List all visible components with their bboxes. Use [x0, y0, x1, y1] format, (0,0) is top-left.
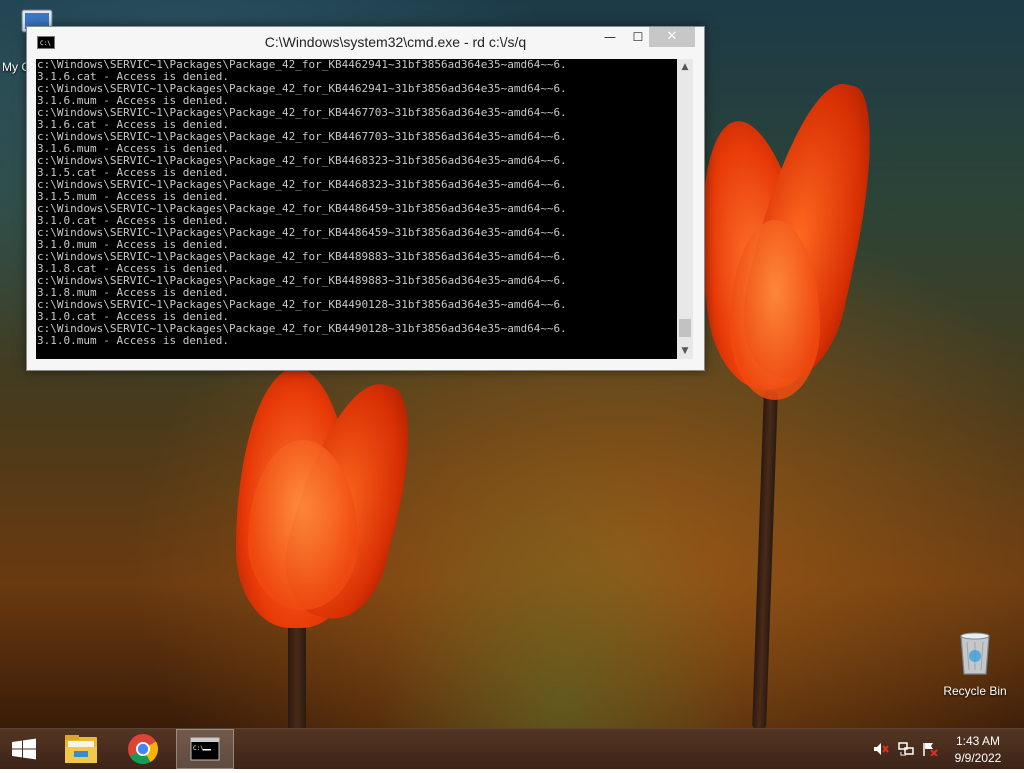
- svg-text:C:\: C:\: [193, 745, 204, 752]
- console-output[interactable]: c:\Windows\SERVIC~1\Packages\Package_42_…: [36, 59, 677, 359]
- recycle-bin-icon: [957, 630, 993, 676]
- taskbar: C:\ 1:43 AM 9/9/2022: [0, 728, 1024, 769]
- chrome-button[interactable]: [118, 729, 168, 769]
- scrollbar-thumb[interactable]: [679, 319, 691, 337]
- windows-logo-icon: [12, 738, 36, 760]
- command-prompt-taskbar-button[interactable]: C:\: [176, 729, 234, 769]
- file-explorer-button[interactable]: [56, 729, 106, 769]
- chrome-icon: [128, 734, 159, 765]
- cmd-window[interactable]: C:\ C:\Windows\system32\cmd.exe - rd c:\…: [26, 26, 705, 371]
- network-icon[interactable]: [898, 742, 914, 756]
- speaker-muted-icon[interactable]: [873, 742, 889, 756]
- vertical-scrollbar[interactable]: ▲ ▼: [677, 59, 693, 359]
- scroll-down-arrow-icon[interactable]: ▼: [677, 343, 693, 359]
- desktop: My C Recycle Bin C:\ C:\Windows\system32…: [0, 0, 1024, 728]
- clock-date: 9/9/2022: [954, 751, 1002, 765]
- maximize-button[interactable]: ☐: [625, 27, 651, 47]
- scroll-up-arrow-icon[interactable]: ▲: [677, 59, 693, 75]
- console-text: c:\Windows\SERVIC~1\Packages\Package_42_…: [36, 59, 677, 347]
- clock-time: 1:43 AM: [955, 734, 1001, 748]
- system-clock[interactable]: 1:43 AM 9/9/2022: [948, 733, 1008, 767]
- cmd-title-bar[interactable]: C:\ C:\Windows\system32\cmd.exe - rd c:\…: [27, 27, 704, 57]
- recycle-bin-desktop-icon[interactable]: Recycle Bin: [938, 630, 1012, 698]
- desktop-icon-label: Recycle Bin: [943, 684, 1007, 698]
- command-prompt-icon: C:\: [190, 737, 220, 761]
- minimize-button[interactable]: —: [597, 27, 623, 47]
- close-button[interactable]: ✕: [649, 27, 695, 47]
- wallpaper-stem: [752, 389, 778, 728]
- console-line: 3.1.0.mum - Access is denied.: [37, 334, 230, 347]
- action-center-flag-icon[interactable]: [922, 742, 938, 756]
- start-button[interactable]: [0, 729, 48, 769]
- file-explorer-icon: [65, 735, 97, 763]
